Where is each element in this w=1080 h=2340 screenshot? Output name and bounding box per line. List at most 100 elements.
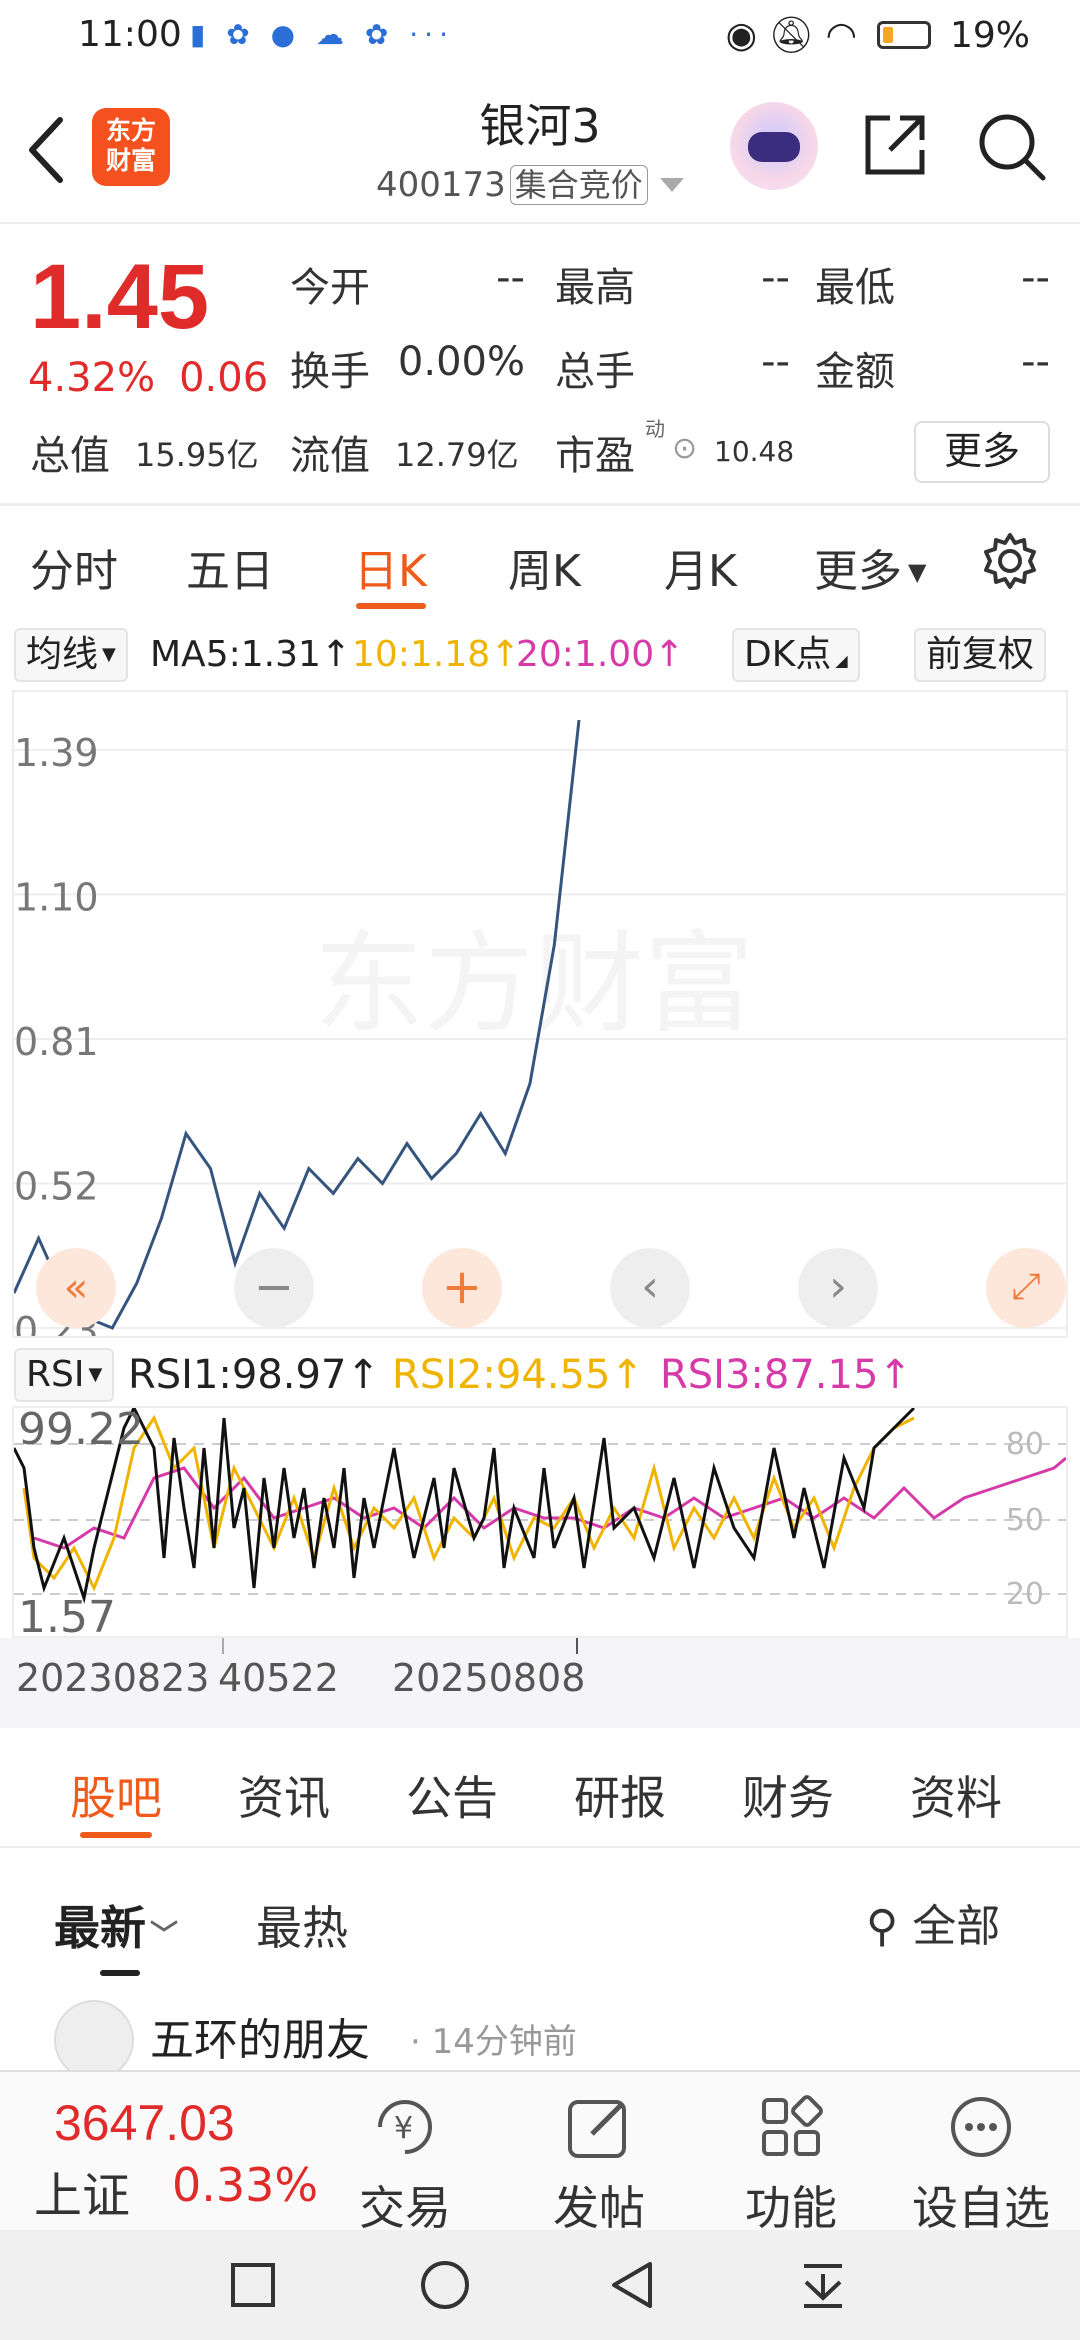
index-name[interactable]: 上证: [34, 2156, 130, 2226]
rsi2-value: RSI2:94.55↑: [392, 1352, 644, 1398]
tab-monthly-k[interactable]: 月K: [664, 535, 737, 599]
tab-research[interactable]: 研报: [574, 1762, 666, 1828]
pe-label: 市盈: [555, 433, 635, 479]
high-label: 最高: [555, 265, 635, 311]
post-label: 发帖: [553, 2181, 645, 2235]
sort-hot[interactable]: 最热: [256, 1892, 348, 1958]
tab-daily-k[interactable]: 日K: [354, 535, 427, 599]
price-line-chart: 东方财富 1.391.100.810.520.23: [12, 719, 1066, 1353]
back-nav-icon[interactable]: [608, 2260, 658, 2310]
indicator-select[interactable]: RSI ▼: [14, 1348, 115, 1402]
indicator-toolbar: 均线 ▼ MA5:1.31↑ 10:1.18↑ 20:1.00↑ DK点 ◢ 前复权: [0, 622, 1080, 688]
rsi1-value: RSI1:98.97↑: [128, 1352, 380, 1398]
functions-button[interactable]: 功能: [716, 2092, 866, 2238]
more-button[interactable]: 更多: [914, 421, 1050, 483]
dk-point-button[interactable]: DK点 ◢: [732, 628, 860, 682]
sort-latest-label: 最新: [54, 1901, 146, 1955]
active-tab-indicator: [356, 603, 426, 609]
ma10-value: 10:1.18↑: [352, 634, 521, 675]
scroll-left-fast-button[interactable]: «: [36, 1248, 116, 1328]
tab-forum[interactable]: 股吧: [70, 1762, 162, 1828]
amount-label: 金额: [815, 349, 895, 395]
scroll-right-button[interactable]: ›: [798, 1248, 878, 1328]
chevron-left-icon: ‹: [641, 1261, 659, 1312]
gear-icon[interactable]: [980, 531, 1040, 591]
content-tab-indicator: [80, 1832, 152, 1838]
turnover-value: 0.00%: [397, 339, 525, 385]
index-change[interactable]: 0.33%: [172, 2158, 318, 2212]
fullscreen-button[interactable]: ⤢: [986, 1248, 1066, 1328]
status-right: ◉ 🔕︎ ◠ 19%: [726, 14, 1030, 56]
rsi3-value: RSI3:87.15↑: [660, 1352, 912, 1398]
trade-button[interactable]: ¥ 交易: [330, 2092, 480, 2238]
ma-select[interactable]: 均线 ▼: [14, 628, 128, 682]
sort-latest[interactable]: 最新 ﹀: [54, 1892, 178, 1958]
scroll-left-button[interactable]: ‹: [610, 1248, 690, 1328]
status-time: 11:00: [78, 14, 182, 55]
ma5-value: MA5:1.31↑: [150, 634, 352, 675]
dropdown-icon: [659, 178, 684, 192]
tab-weekly-k[interactable]: 周K: [508, 535, 581, 599]
expand-icon: ⤢: [1011, 1266, 1041, 1307]
zoom-out-button[interactable]: −: [234, 1248, 314, 1328]
price-axis-label: 1.10: [14, 875, 99, 919]
price-axis-label: 0.81: [14, 1020, 99, 1064]
tab-intraday[interactable]: 分时: [30, 535, 118, 599]
rsi-level-20: 20: [1006, 1577, 1044, 1612]
add-watchlist-button[interactable]: 设自选: [906, 2092, 1056, 2238]
rsi-max-label: 99.22: [18, 1408, 144, 1455]
amount-value: --: [1021, 339, 1050, 385]
info-icon[interactable]: ⊙: [672, 431, 697, 466]
change-percent: 4.32%: [28, 355, 156, 401]
date-axis: 20230823 40522 20250808: [0, 1638, 1080, 1728]
tab-more[interactable]: 更多 ▼: [814, 535, 926, 599]
forum-sort-tabs: 最新 ﹀ 最热 ⚲ 全部: [0, 1850, 1080, 1990]
rsi-chart[interactable]: 80 50 20 99.22 1.57: [12, 1404, 1068, 1643]
notification-pull-icon[interactable]: [800, 2260, 846, 2310]
adjust-button[interactable]: 前复权: [914, 628, 1047, 682]
watermark: 东方财富: [314, 920, 754, 1048]
tab-finance[interactable]: 财务: [742, 1762, 834, 1828]
system-nav-bar: [0, 2230, 1080, 2340]
open-label: 今开: [290, 265, 370, 311]
post-button[interactable]: 发帖: [524, 2092, 674, 2238]
plus-icon: +: [441, 1259, 483, 1315]
high-value: --: [761, 255, 790, 301]
tab-news[interactable]: 资讯: [238, 1762, 330, 1828]
pe-value: 10.48: [714, 435, 795, 468]
battery-icon: [876, 21, 931, 49]
recent-apps-icon[interactable]: [230, 2262, 276, 2308]
robot-face-icon: [748, 132, 800, 162]
post-preview[interactable]: 五环的朋友 · 14分钟前: [0, 1990, 1080, 2070]
bottom-action-bar: 3647.03 上证 0.33% ¥ 交易 发帖 功能 设自选: [0, 2070, 1080, 2235]
tab-announcements[interactable]: 公告: [406, 1762, 498, 1828]
minus-icon: −: [253, 1259, 295, 1315]
share-icon[interactable]: [860, 110, 930, 180]
mute-icon: 🔕︎: [768, 15, 815, 56]
caret-down-icon: ▼: [88, 1364, 103, 1385]
home-icon[interactable]: [420, 2260, 470, 2310]
notification-icons: ▮ ✿ ● ☁ ✿ ···: [190, 18, 454, 51]
tab-five-day[interactable]: 五日: [186, 535, 274, 599]
volume-value: --: [761, 339, 790, 385]
rsi-min-label: 1.57: [18, 1592, 116, 1636]
double-chevron-left-icon: «: [63, 1265, 89, 1311]
stock-code-line[interactable]: 400173 集合竞价: [376, 160, 684, 206]
chart-grid: [14, 748, 1066, 1329]
change-amount: 0.06: [179, 355, 269, 401]
kline-chart[interactable]: 东方财富 1.391.100.810.520.23: [12, 690, 1068, 1353]
rsi1-line: [12, 1404, 916, 1604]
tab-profile[interactable]: 资料: [910, 1762, 1002, 1828]
assistant-avatar[interactable]: [730, 102, 818, 190]
date-start: 20230823: [16, 1656, 210, 1700]
filter-icon: ⚲: [866, 1901, 899, 1952]
header-divider: [0, 222, 1080, 224]
low-value: --: [1021, 255, 1050, 301]
wifi-icon: ◠: [825, 15, 858, 56]
index-value[interactable]: 3647.03: [54, 2094, 235, 2152]
search-icon[interactable]: [975, 110, 1049, 184]
avatar: [54, 2000, 134, 2070]
filter-button[interactable]: ⚲ 全部: [866, 1890, 1000, 1954]
zoom-in-button[interactable]: +: [422, 1248, 502, 1328]
date-tick: [222, 1638, 224, 1654]
